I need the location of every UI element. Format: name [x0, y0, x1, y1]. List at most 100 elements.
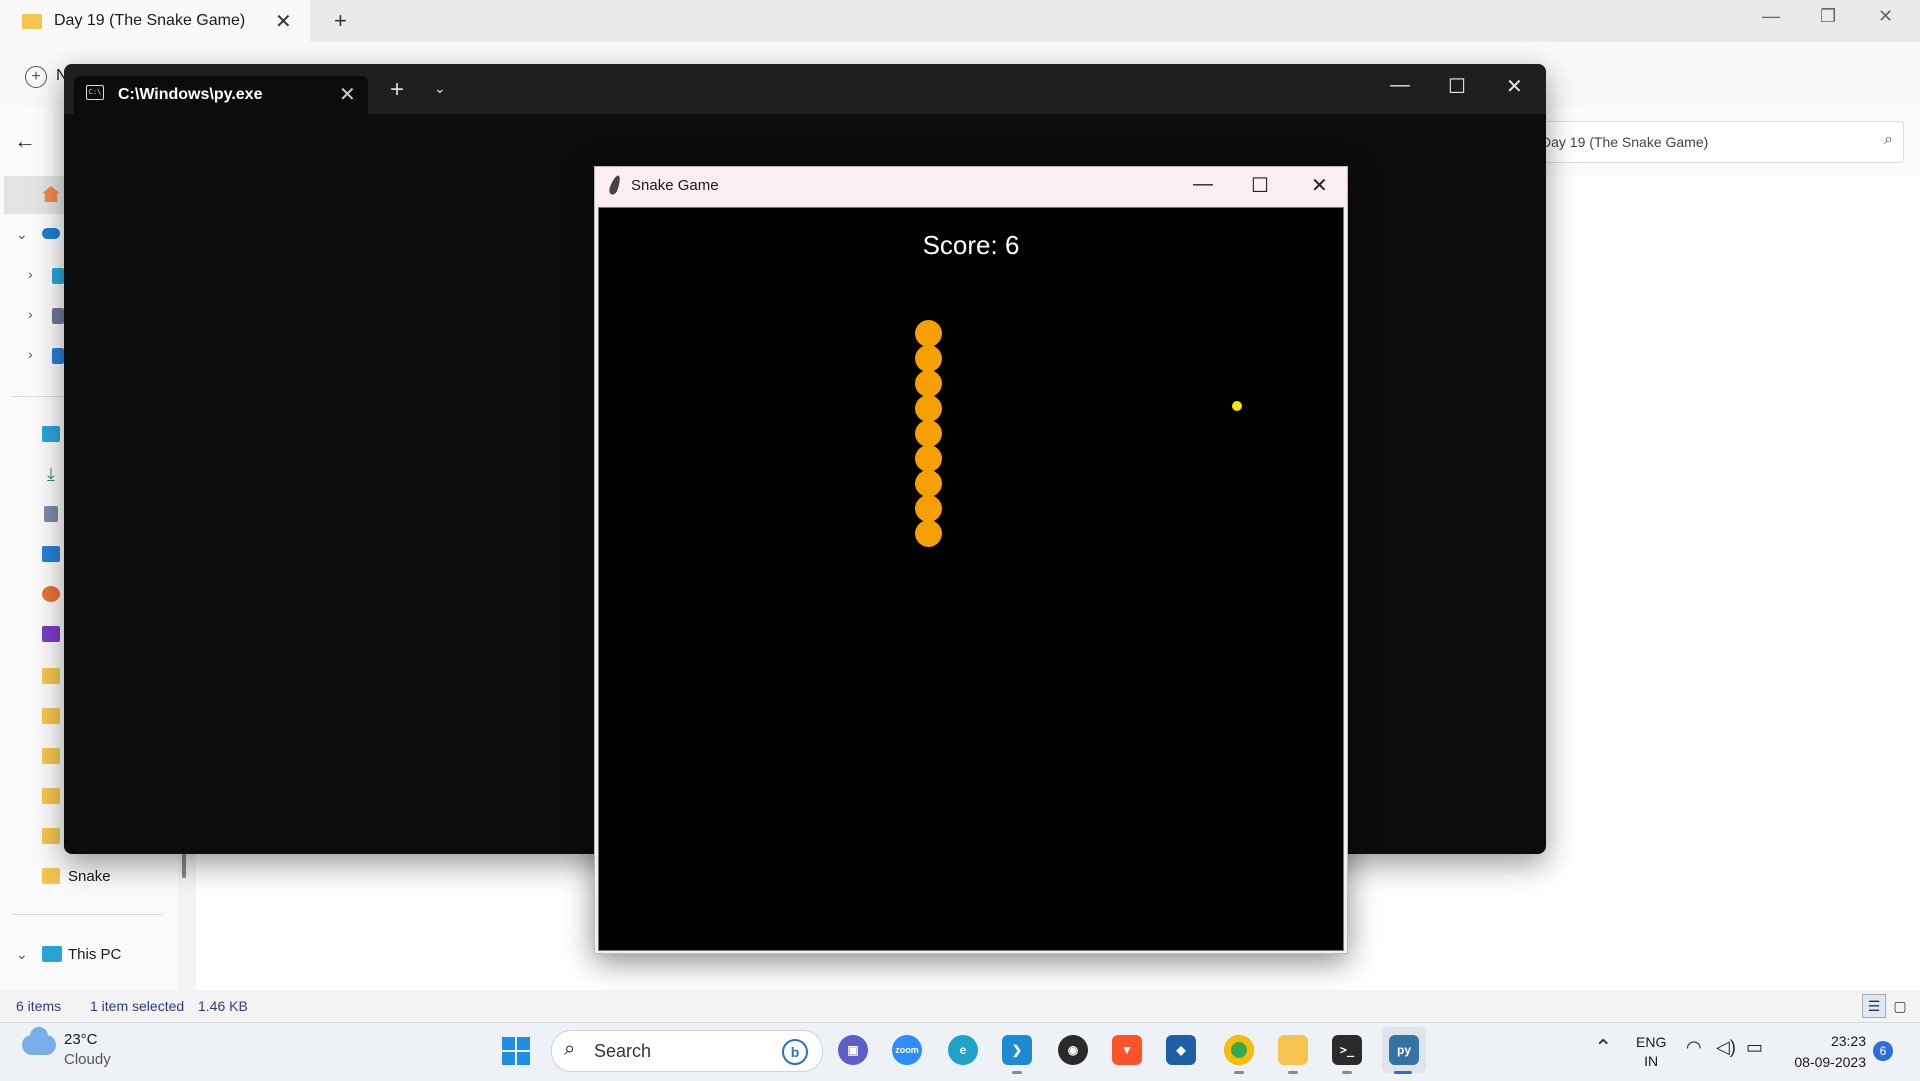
- clock-time: 23:23: [1830, 1033, 1866, 1049]
- status-bar: 6 items 1 item selected 1.46 KB: [0, 990, 1920, 1022]
- minimize-icon[interactable]: —: [1762, 6, 1780, 27]
- running-indicator: [1288, 1071, 1298, 1074]
- maximize-icon[interactable]: ☐: [1251, 173, 1269, 198]
- virtualbox-icon[interactable]: ◆: [1166, 1035, 1196, 1065]
- pictures-icon[interactable]: [52, 348, 64, 364]
- search-icon[interactable]: ⌕: [1884, 131, 1893, 149]
- vscode-icon[interactable]: ❯: [1002, 1035, 1032, 1065]
- wifi-icon[interactable]: ◠: [1686, 1037, 1702, 1058]
- terminal-tab[interactable]: C:\ C:\Windows\py.exe ✕: [74, 76, 368, 114]
- snake-segment: [915, 495, 942, 522]
- obs-icon[interactable]: ◉: [1058, 1035, 1088, 1065]
- nav-divider: [12, 914, 162, 915]
- search-placeholder: Day 19 (The Snake Game): [1541, 134, 1709, 150]
- language-indicator[interactable]: ENG IN: [1636, 1033, 1666, 1071]
- chevron-right-icon[interactable]: ›: [28, 346, 33, 362]
- start-button[interactable]: [502, 1037, 530, 1065]
- chevron-down-icon[interactable]: ⌄: [16, 226, 28, 243]
- taskbar: 23°C Cloudy ⌕ Search b ▣ zoom e ❯ ◉ ▼ ◆ …: [0, 1022, 1920, 1081]
- minimize-icon[interactable]: —: [1193, 173, 1213, 196]
- terminal-icon[interactable]: >_: [1332, 1035, 1362, 1065]
- minimize-icon[interactable]: —: [1390, 74, 1410, 97]
- weather-temperature[interactable]: 23°C: [64, 1031, 98, 1048]
- brave-icon[interactable]: ▼: [1112, 1035, 1142, 1065]
- folder-icon[interactable]: [42, 748, 60, 764]
- new-icon[interactable]: +: [25, 66, 47, 88]
- window-title: Snake Game: [631, 177, 719, 194]
- python-icon[interactable]: py: [1389, 1035, 1419, 1065]
- details-view-icon[interactable]: ☰: [1862, 994, 1886, 1018]
- zoom-icon[interactable]: zoom: [892, 1035, 922, 1065]
- explorer-tab-bar: Day 19 (The Snake Game) ✕ + — ❐ ✕: [0, 0, 1920, 42]
- onedrive-icon[interactable]: [42, 228, 60, 239]
- restore-icon[interactable]: ❐: [1820, 6, 1836, 27]
- back-arrow-icon[interactable]: ←: [14, 128, 36, 154]
- status-size: 1.46 KB: [198, 998, 248, 1014]
- nav-item-snake[interactable]: Snake: [68, 868, 111, 885]
- nav-scrollbar[interactable]: [182, 852, 186, 878]
- this-pc-icon[interactable]: [42, 946, 62, 962]
- terminal-tab-title: C:\Windows\py.exe: [118, 86, 263, 103]
- close-icon[interactable]: ✕: [1506, 74, 1523, 99]
- chevron-down-icon[interactable]: ⌄: [434, 80, 446, 97]
- snake-game-window: Snake Game — ☐ ✕ Score: 6: [594, 166, 1348, 954]
- explorer-tab[interactable]: Day 19 (The Snake Game) ✕: [0, 0, 310, 42]
- chevron-right-icon[interactable]: ›: [28, 306, 33, 322]
- desktop-icon[interactable]: [52, 268, 64, 284]
- file-explorer-icon[interactable]: [1278, 1035, 1308, 1065]
- status-selected: 1 item selected: [90, 998, 185, 1014]
- score-label: Score: 6: [922, 230, 1020, 260]
- chevron-down-icon[interactable]: ⌄: [16, 946, 28, 963]
- food-pellet: [1232, 401, 1242, 411]
- running-indicator: [1012, 1071, 1022, 1074]
- close-icon[interactable]: ✕: [1311, 173, 1328, 198]
- folder-icon[interactable]: [42, 708, 60, 724]
- folder-icon[interactable]: [42, 788, 60, 804]
- maximize-icon[interactable]: ☐: [1448, 74, 1466, 99]
- folder-icon[interactable]: [42, 868, 60, 884]
- close-icon[interactable]: ✕: [1878, 6, 1893, 27]
- snake-segment: [915, 395, 942, 422]
- snake-segment: [915, 520, 942, 547]
- close-tab-icon[interactable]: ✕: [275, 9, 292, 34]
- game-canvas[interactable]: Score: 6: [598, 207, 1344, 951]
- new-tab-button[interactable]: +: [390, 76, 404, 104]
- chevron-right-icon[interactable]: ›: [28, 266, 33, 282]
- snake-segment: [915, 370, 942, 397]
- active-indicator: [1394, 1071, 1412, 1074]
- documents-icon[interactable]: [44, 506, 58, 522]
- snake-title-bar: Snake Game — ☐ ✕: [595, 167, 1347, 205]
- status-item-count: 6 items: [16, 998, 62, 1014]
- taskbar-search[interactable]: ⌕ Search b: [551, 1030, 823, 1072]
- running-indicator: [1234, 1071, 1244, 1074]
- clock-date: 08-09-2023: [1794, 1054, 1866, 1070]
- explorer-search-box[interactable]: Day 19 (The Snake Game) ⌕: [1530, 121, 1904, 163]
- tiles-view-icon[interactable]: ▢: [1888, 994, 1912, 1018]
- bing-icon[interactable]: b: [782, 1039, 808, 1065]
- running-indicator: [1342, 1071, 1352, 1074]
- nav-item-this-pc[interactable]: This PC: [68, 946, 121, 963]
- cloud-icon[interactable]: [22, 1027, 56, 1055]
- weather-description[interactable]: Cloudy: [64, 1051, 111, 1068]
- language-code: ENG: [1636, 1034, 1667, 1050]
- battery-icon[interactable]: ▭: [1746, 1037, 1763, 1058]
- folder-icon[interactable]: [42, 668, 60, 684]
- notification-badge[interactable]: 6: [1873, 1041, 1893, 1061]
- volume-icon[interactable]: ◁): [1716, 1037, 1736, 1058]
- music-icon[interactable]: [42, 586, 60, 602]
- downloads-icon[interactable]: ⤓: [42, 465, 60, 483]
- pictures-icon[interactable]: [42, 546, 60, 562]
- edge-icon[interactable]: e: [948, 1035, 978, 1065]
- chevron-up-icon[interactable]: ⌃: [1594, 1035, 1612, 1061]
- snake-segment: [915, 470, 942, 497]
- desktop-icon[interactable]: [42, 426, 60, 442]
- teams-icon[interactable]: ▣: [838, 1035, 868, 1065]
- new-tab-button[interactable]: +: [334, 8, 347, 34]
- clock[interactable]: 23:23 08-09-2023: [1780, 1031, 1866, 1073]
- folder-icon[interactable]: [42, 828, 60, 844]
- videos-icon[interactable]: [42, 626, 60, 642]
- snake-segment: [915, 420, 942, 447]
- close-tab-icon[interactable]: ✕: [339, 82, 356, 107]
- chrome-icon[interactable]: [1224, 1035, 1254, 1065]
- documents-icon[interactable]: [52, 308, 64, 324]
